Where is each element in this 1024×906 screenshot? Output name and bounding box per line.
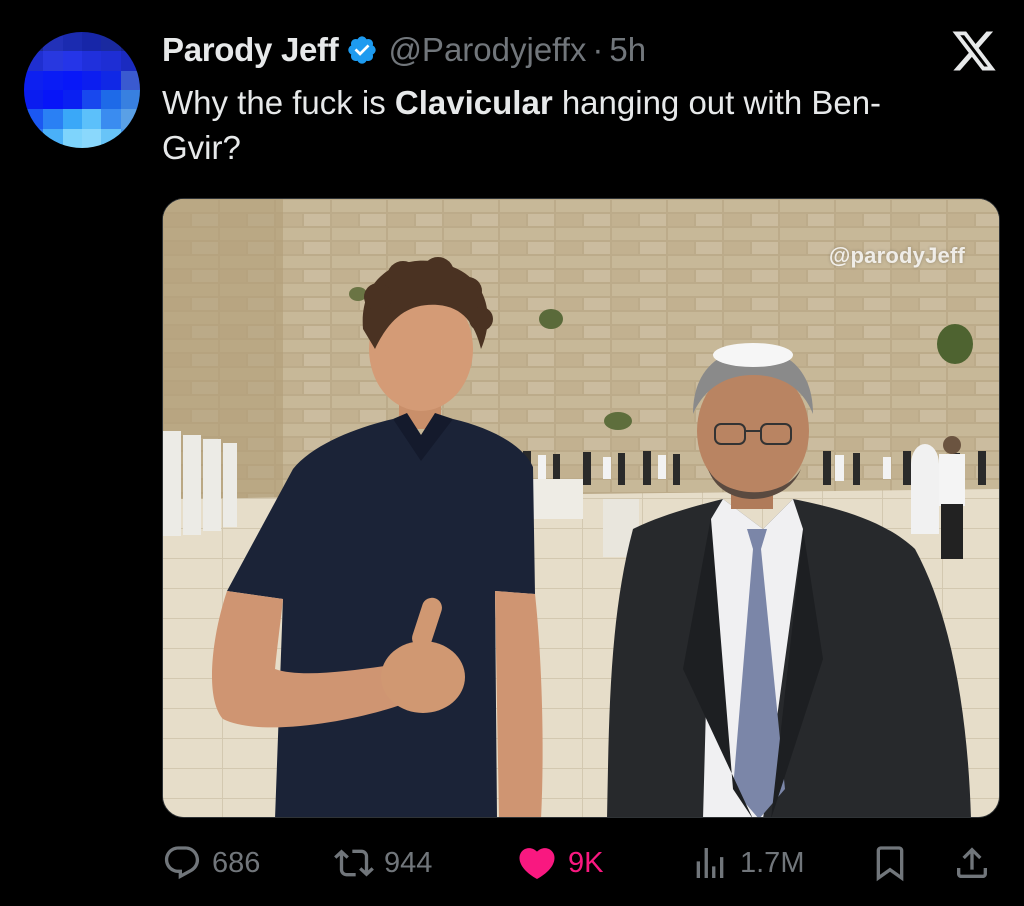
like-button[interactable]: 9K — [516, 838, 603, 888]
bookmark-icon — [876, 846, 904, 882]
repost-count: 944 — [384, 846, 433, 879]
repost-button[interactable]: 944 — [334, 838, 432, 888]
tweet-text-bold: Clavicular — [394, 84, 553, 121]
share-button[interactable] — [952, 838, 992, 888]
reply-count: 686 — [212, 846, 261, 879]
photo-illustration — [163, 199, 999, 817]
tweet-photo[interactable]: @parodyJeff — [162, 198, 1000, 818]
avatar[interactable] — [24, 32, 140, 148]
reply-icon — [164, 846, 200, 880]
verified-badge-icon — [348, 36, 377, 64]
views-button[interactable]: 1.7M — [690, 838, 804, 888]
tweet-text-part: Why the fuck is — [162, 84, 395, 121]
share-icon — [957, 847, 987, 878]
heart-icon — [519, 848, 555, 880]
x-logo-icon[interactable] — [950, 27, 998, 75]
handle[interactable]: @Parodyjeffx — [388, 31, 586, 69]
tweet-header: Parody Jeff @Parodyjeffx · 5h — [162, 28, 646, 72]
like-count: 9K — [568, 846, 604, 879]
analytics-icon — [696, 848, 724, 878]
repost-icon — [334, 849, 374, 877]
views-count: 1.7M — [740, 846, 805, 879]
display-name[interactable]: Parody Jeff — [162, 31, 339, 69]
photo-watermark: @parodyJeff — [828, 243, 965, 268]
bookmark-button[interactable] — [870, 838, 910, 888]
reply-button[interactable]: 686 — [162, 838, 260, 888]
tweet-text: Why the fuck is Clavicular hanging out w… — [162, 80, 952, 170]
separator: · — [592, 31, 604, 68]
timestamp[interactable]: 5h — [609, 31, 646, 69]
action-bar: 686 944 9K 1.7M — [162, 838, 1000, 888]
